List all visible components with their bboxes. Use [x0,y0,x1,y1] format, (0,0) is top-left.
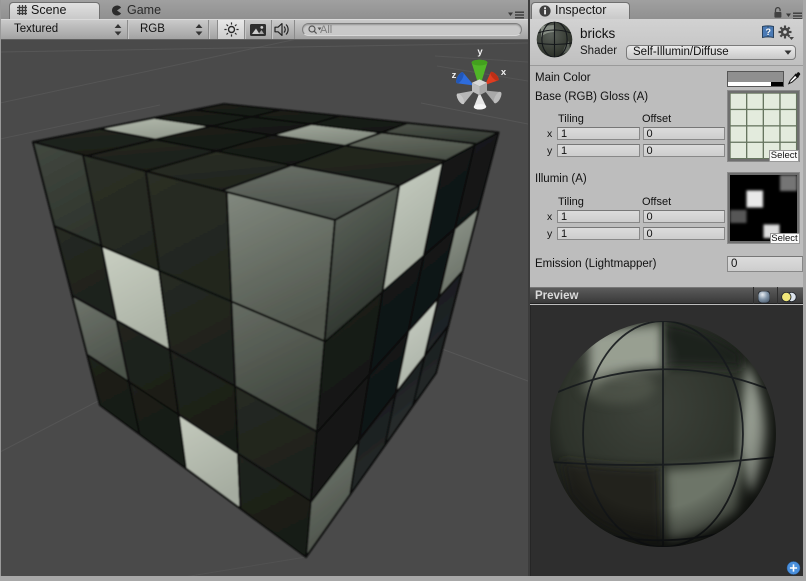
svg-text:y: y [477,47,483,58]
svg-text:z: z [452,70,457,81]
svg-text:?: ? [765,27,771,37]
svg-text:x: x [501,67,507,78]
